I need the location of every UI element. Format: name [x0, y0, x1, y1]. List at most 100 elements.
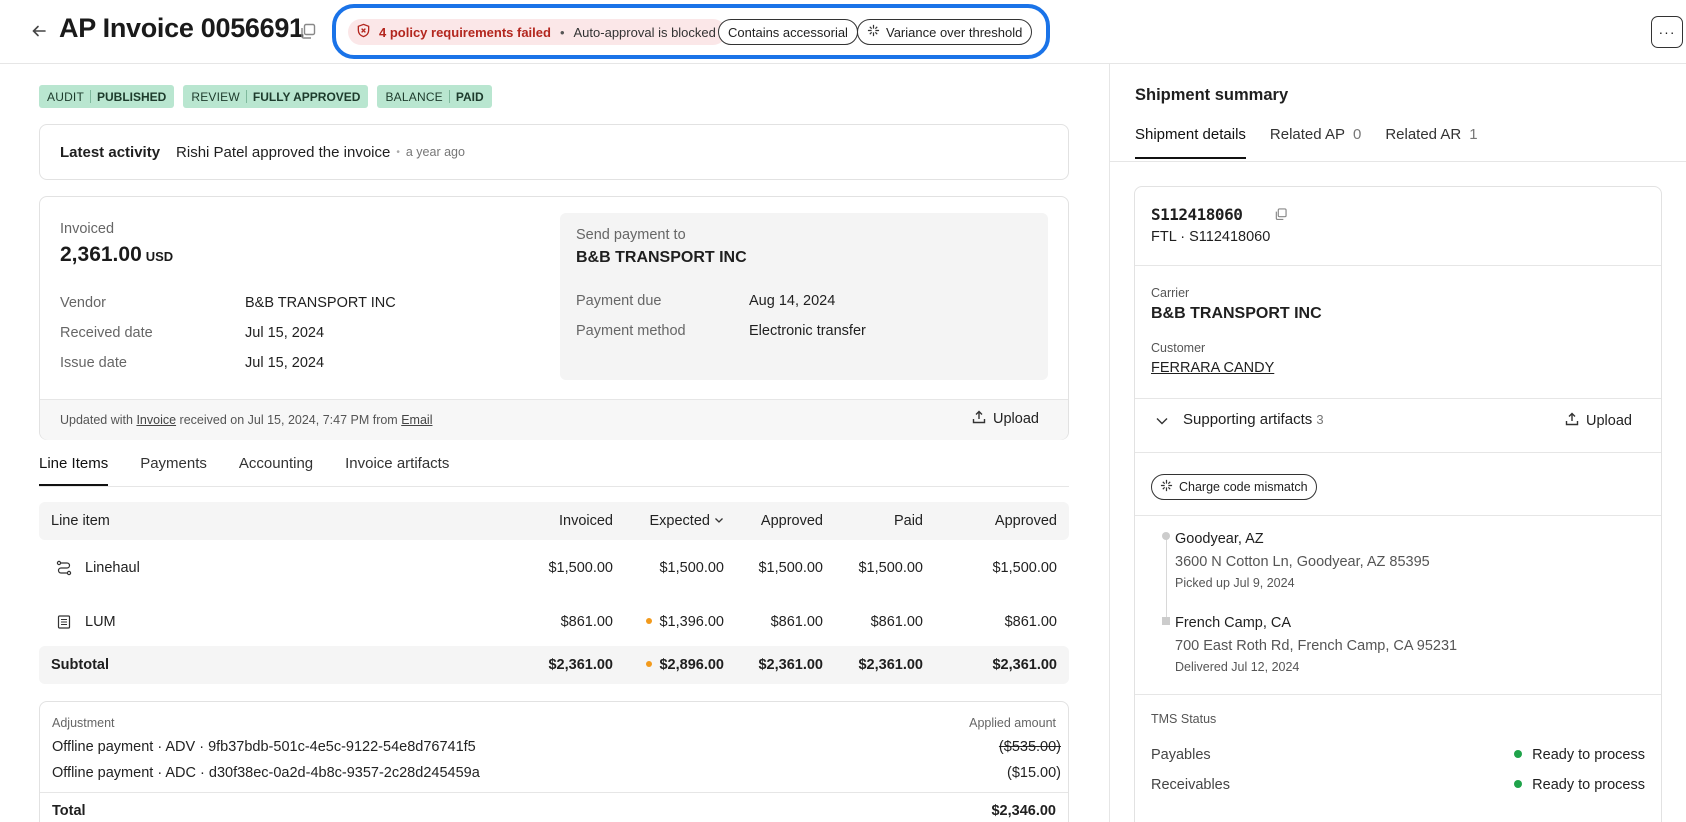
adjustment-amount: ($535.00)	[998, 739, 1061, 755]
tab-related-ap[interactable]: Related AP 0	[1270, 126, 1361, 159]
adjustment-amount: ($15.00)	[1006, 765, 1061, 781]
send-payment-panel: Send payment to B&B TRANSPORT INC Paymen…	[560, 213, 1048, 380]
upload-icon	[1565, 412, 1579, 430]
audit-badge: AUDIT PUBLISHED	[39, 85, 175, 108]
carrier-label: Carrier	[1151, 286, 1190, 300]
artifacts-upload-button[interactable]: Upload	[1565, 412, 1632, 430]
subtotal-row: Subtotal $2,361.00 $2,896.00 $2,361.00 $…	[39, 646, 1069, 684]
tab-line-items[interactable]: Line Items	[39, 455, 109, 486]
table-row[interactable]: Linehaul $1,500.00 $1,500.00 $1,500.00 $…	[39, 543, 1069, 595]
receipt-icon	[56, 614, 72, 634]
tms-status-label: TMS Status	[1151, 712, 1217, 726]
delivery-marker	[1162, 617, 1170, 625]
balance-badge: BALANCE PAID	[377, 85, 492, 108]
policy-status-chip[interactable]: 4 policy requirements failed • Auto-appr…	[348, 19, 726, 45]
activity-label: Latest activity	[60, 143, 161, 161]
shipment-mode-line: FTL · S112418060	[1151, 229, 1271, 245]
received-date-value: Jul 15, 2024	[245, 325, 325, 341]
review-badge: REVIEW FULLY APPROVED	[183, 85, 369, 108]
policy-failed-text: 4 policy requirements failed	[379, 24, 551, 40]
carrier-value: B&B TRANSPORT INC	[1151, 305, 1322, 322]
activity-text: Rishi Patel approved the invoice	[176, 143, 391, 161]
tab-shipment-details[interactable]: Shipment details	[1135, 126, 1246, 159]
pickup-dot	[1162, 532, 1170, 540]
sparkle-icon	[867, 24, 880, 40]
issue-date-label: Issue date	[60, 355, 127, 371]
stop-address: 700 East Roth Rd, French Camp, CA 95231	[1175, 638, 1458, 654]
copy-icon[interactable]	[299, 22, 317, 40]
invoice-main-panel: AUDIT PUBLISHED REVIEW FULLY APPROVED BALA…	[0, 64, 1110, 822]
table-row[interactable]: LUM $861.00 $1,396.00 $861.00 $861.00 $8…	[39, 597, 1069, 649]
payables-label: Payables	[1151, 747, 1211, 763]
customer-link[interactable]: FERRARA CANDY	[1151, 360, 1274, 376]
invoice-tabs: Line Items Payments Accounting Invoice a…	[39, 455, 449, 486]
payment-due-value: Aug 14, 2024	[749, 293, 836, 309]
stop-note: Delivered Jul 12, 2024	[1175, 660, 1300, 674]
top-bar: AP Invoice 0056691 4 policy requirements…	[0, 0, 1686, 64]
invoice-link[interactable]: Invoice	[136, 413, 176, 427]
invoice-upload-button[interactable]: Upload	[972, 410, 1039, 428]
shield-alert-icon	[356, 23, 371, 41]
chevron-down-icon[interactable]	[1155, 414, 1169, 433]
received-date-label: Received date	[60, 325, 153, 341]
shipment-summary-panel: Shipment summary Shipment details Relate…	[1110, 64, 1686, 822]
line-items-header: Line item Invoiced Expected Approved Pai…	[39, 502, 1069, 540]
stop-city: French Camp, CA	[1175, 615, 1292, 631]
tab-invoice-artifacts[interactable]: Invoice artifacts	[345, 455, 449, 486]
variance-dot	[646, 618, 653, 624]
latest-activity-card: Latest activity Rishi Patel approved the…	[39, 124, 1069, 180]
shipment-tabs: Shipment details Related AP 0 Related AR 1	[1135, 126, 1478, 159]
adjustment-row: Offline payment · ADC · d30f38ec-0a2d-4b…	[52, 765, 480, 781]
adjustment-header: Adjustment	[52, 716, 115, 730]
invoice-summary-card: Invoiced 2,361.00 USD Vendor B&B TRANSPOR…	[39, 196, 1069, 440]
activity-time: a year ago	[405, 145, 465, 159]
accessorial-chip[interactable]: Contains accessorial	[718, 19, 858, 45]
route-icon	[56, 560, 72, 580]
upload-icon	[972, 410, 986, 428]
chevron-down-icon	[714, 513, 724, 529]
total-value: $2,346.00	[991, 803, 1056, 819]
variance-chip[interactable]: Variance over threshold	[857, 19, 1033, 45]
applied-amount-header: Applied amount	[969, 716, 1056, 730]
invoiced-amount: 2,361.00 USD	[60, 243, 174, 266]
payment-method-label: Payment method	[576, 323, 686, 339]
status-badges: AUDIT PUBLISHED REVIEW FULLY APPROVED BALA…	[39, 85, 492, 108]
issue-date-value: Jul 15, 2024	[245, 355, 325, 371]
shipment-id: S112418060	[1151, 205, 1243, 224]
tab-related-ar[interactable]: Related AR 1	[1385, 126, 1477, 159]
separator-dot: •	[559, 24, 565, 40]
adjustments-card: Adjustment Applied amount Offline paymen…	[39, 701, 1069, 822]
updated-footer: Updated with Invoice received on Jul 15,…	[40, 399, 1068, 440]
variance-chip-label: Variance over threshold	[886, 24, 1023, 40]
payables-status: Ready to process	[1514, 747, 1645, 763]
total-label: Total	[52, 803, 86, 819]
adjustment-row: Offline payment · ADV · 9fb37bdb-501c-4e…	[52, 739, 476, 755]
back-arrow-icon[interactable]	[28, 20, 50, 42]
vendor-label: Vendor	[60, 295, 106, 311]
shipment-summary-title: Shipment summary	[1135, 86, 1289, 104]
email-link[interactable]: Email	[401, 413, 432, 427]
sparkle-icon	[1160, 479, 1173, 495]
charge-code-chip[interactable]: Charge code mismatch	[1151, 474, 1317, 500]
tab-payments[interactable]: Payments	[140, 455, 207, 486]
receivables-label: Receivables	[1151, 777, 1230, 793]
auto-approval-text: Auto-approval is blocked	[573, 24, 716, 40]
shipment-card: S112418060 FTL · S112418060 Carrier B&B …	[1134, 186, 1662, 822]
invoiced-label: Invoiced	[60, 221, 115, 237]
customer-label: Customer	[1151, 341, 1206, 355]
send-to-value: B&B TRANSPORT INC	[576, 249, 747, 266]
variance-dot	[646, 661, 653, 667]
tab-accounting[interactable]: Accounting	[239, 455, 313, 486]
stop-note: Picked up Jul 9, 2024	[1175, 576, 1295, 590]
payment-method-value: Electronic transfer	[749, 323, 866, 339]
payment-due-label: Payment due	[576, 293, 662, 309]
copy-icon[interactable]	[1274, 207, 1288, 226]
vendor-value: B&B TRANSPORT INC	[245, 295, 396, 311]
send-to-label: Send payment to	[576, 227, 686, 243]
more-menu-button[interactable]: ···	[1651, 16, 1683, 48]
stop-address: 3600 N Cotton Ln, Goodyear, AZ 85395	[1175, 554, 1430, 570]
stop-city: Goodyear, AZ	[1175, 531, 1264, 547]
expected-sort-header[interactable]: Expected	[650, 513, 725, 529]
receivables-status: Ready to process	[1514, 777, 1645, 793]
supporting-artifacts-toggle[interactable]: Supporting artifacts 3	[1183, 411, 1324, 428]
